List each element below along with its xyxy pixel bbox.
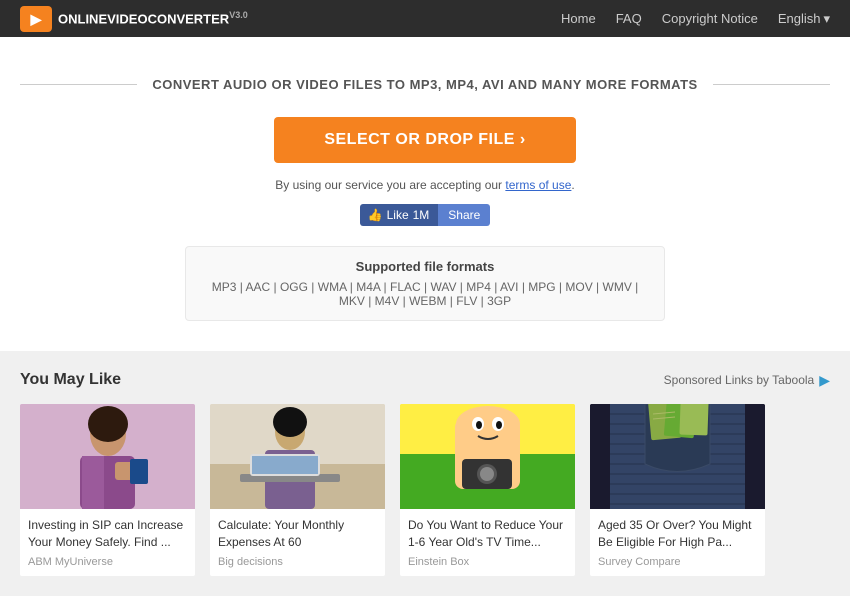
rec-cards: Investing in SIP can Increase Your Money… (20, 404, 830, 576)
logo: ▶ OnlineVideoConverterv3.0 (20, 6, 561, 32)
facebook-like: 👍 Like 1M Share (360, 204, 491, 226)
rec-card-1-title: Investing in SIP can Increase Your Money… (28, 517, 187, 551)
logo-icon: ▶ (20, 6, 52, 32)
taboola-arrow-icon: ▶ (819, 372, 830, 389)
rec-card-2-image (210, 404, 385, 509)
select-drop-button[interactable]: SELECT OR DROP FILE › (274, 117, 575, 163)
tagline-line-right (713, 84, 830, 85)
rec-card-4-source: Survey Compare (598, 556, 757, 568)
rec-card-3-body: Do You Want to Reduce Your 1-6 Year Old'… (400, 509, 575, 576)
rec-card-2-body: Calculate: Your Monthly Expenses At 60 B… (210, 509, 385, 576)
rec-card-2-title: Calculate: Your Monthly Expenses At 60 (218, 517, 377, 551)
rec-card-4-image (590, 404, 765, 509)
rec-card-3-title: Do You Want to Reduce Your 1-6 Year Old'… (408, 517, 567, 551)
rec-card-1-image (20, 404, 195, 509)
nav-faq[interactable]: FAQ (616, 11, 642, 26)
rec-title: You May Like (20, 371, 121, 389)
recommendations-section: You May Like Sponsored Links by Taboola … (0, 351, 850, 596)
rec-card-4-body: Aged 35 Or Over? You Might Be Eligible F… (590, 509, 765, 576)
rec-card-1-source: ABM MyUniverse (28, 556, 187, 568)
terms-link[interactable]: terms of use (505, 178, 571, 192)
formats-title: Supported file formats (211, 259, 639, 274)
tagline-container: CONVERT AUDIO OR VIDEO FILES TO MP3, MP4… (20, 77, 830, 92)
logo-text: OnlineVideoConverterv3.0 (58, 10, 248, 26)
nav: Home FAQ Copyright Notice English ▾ (561, 11, 830, 27)
svg-text:▶: ▶ (30, 11, 43, 27)
rec-card-3-source: Einstein Box (408, 556, 567, 568)
formats-list: MP3 | AAC | OGG | WMA | M4A | FLAC | WAV… (211, 280, 639, 308)
rec-card-2-source: Big decisions (218, 556, 377, 568)
rec-card-1[interactable]: Investing in SIP can Increase Your Money… (20, 404, 195, 576)
nav-copyright[interactable]: Copyright Notice (662, 11, 758, 26)
rec-card-2[interactable]: Calculate: Your Monthly Expenses At 60 B… (210, 404, 385, 576)
supported-formats: Supported file formats MP3 | AAC | OGG |… (185, 246, 665, 321)
fb-share-button[interactable]: Share (437, 204, 490, 226)
rec-card-4[interactable]: Aged 35 Or Over? You Might Be Eligible F… (590, 404, 765, 576)
nav-home[interactable]: Home (561, 11, 596, 26)
tagline-text: CONVERT AUDIO OR VIDEO FILES TO MP3, MP4… (152, 77, 697, 92)
nav-language[interactable]: English ▾ (778, 11, 830, 27)
rec-card-3-image (400, 404, 575, 509)
rec-card-3[interactable]: Do You Want to Reduce Your 1-6 Year Old'… (400, 404, 575, 576)
fb-like-button[interactable]: 👍 Like 1M (360, 204, 438, 226)
header: ▶ OnlineVideoConverterv3.0 Home FAQ Copy… (0, 0, 850, 37)
rec-card-1-body: Investing in SIP can Increase Your Money… (20, 509, 195, 576)
main-content: CONVERT AUDIO OR VIDEO FILES TO MP3, MP4… (0, 37, 850, 351)
tagline-line-left (20, 84, 137, 85)
terms-text: By using our service you are accepting o… (275, 178, 575, 192)
taboola-label: Sponsored Links by Taboola ▶ (664, 372, 830, 389)
rec-header: You May Like Sponsored Links by Taboola … (20, 371, 830, 389)
rec-card-4-title: Aged 35 Or Over? You Might Be Eligible F… (598, 517, 757, 551)
